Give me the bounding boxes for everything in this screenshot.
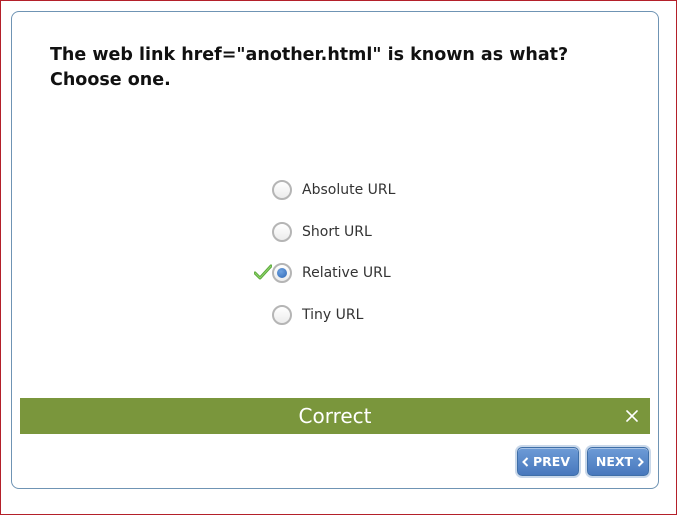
question-line-1: The web link href="another.html" is know…: [50, 45, 569, 65]
option-absolute-url[interactable]: Absolute URL: [272, 178, 395, 202]
prev-label: PREV: [533, 454, 570, 469]
option-tiny-url[interactable]: Tiny URL: [272, 303, 363, 327]
feedback-text: Correct: [298, 404, 372, 428]
radio-button[interactable]: [272, 222, 292, 242]
radio-button-selected[interactable]: [272, 263, 292, 283]
option-label: Absolute URL: [302, 182, 396, 198]
next-label: NEXT: [595, 454, 634, 469]
option-short-url[interactable]: Short URL: [272, 220, 372, 244]
close-icon[interactable]: [624, 408, 640, 424]
prev-button[interactable]: PREV: [517, 447, 579, 476]
chevron-left-icon: [522, 456, 529, 467]
radio-button[interactable]: [272, 305, 292, 325]
check-icon: [254, 264, 272, 280]
option-relative-url[interactable]: Relative URL: [272, 261, 391, 285]
option-label: Relative URL: [302, 265, 391, 281]
option-label: Short URL: [302, 224, 372, 240]
chevron-right-icon: [637, 456, 644, 467]
question-line-2: Choose one.: [50, 70, 171, 90]
question-text: The web link href="another.html" is know…: [50, 43, 610, 93]
feedback-banner: Correct: [20, 398, 650, 434]
next-button[interactable]: NEXT: [587, 447, 649, 476]
option-label: Tiny URL: [302, 307, 364, 323]
radio-button[interactable]: [272, 180, 292, 200]
